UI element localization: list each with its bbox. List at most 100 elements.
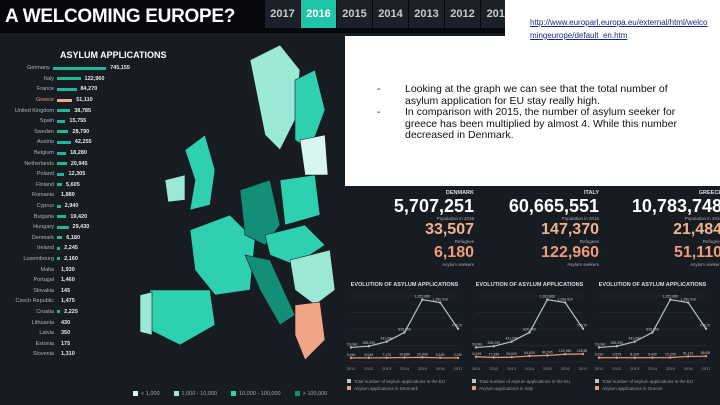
data-point: [349, 346, 353, 349]
asylum-row[interactable]: Portugal 1,460: [0, 275, 130, 286]
country-name: Cyprus: [36, 203, 54, 210]
x-tick-label: 2012: [364, 366, 374, 371]
country-name: France: [36, 86, 54, 93]
chart-legend-country: Asylum applications in Italy: [472, 386, 587, 391]
tab-year-2016[interactable]: 2016: [301, 0, 336, 28]
asylum-row[interactable]: Poland 12,305: [0, 169, 130, 180]
country-value: 51,110: [76, 97, 93, 104]
data-label: 431,090: [505, 337, 518, 341]
country-name: Netherlands: [24, 160, 54, 167]
asylum-row[interactable]: Croatia 2,225: [0, 307, 130, 318]
data-point: [597, 346, 601, 349]
x-tick-label: 2013: [630, 366, 640, 371]
asylum-label: Asylum seekers: [567, 262, 599, 267]
chart-legend-eu: Total number of asylum applications in t…: [595, 379, 710, 384]
x-tick-label: 2017: [702, 366, 710, 371]
data-point: [704, 354, 708, 358]
tab-year-2017[interactable]: 2017: [265, 0, 300, 28]
note-item: In comparison with 2015, the number of a…: [375, 106, 695, 142]
data-point: [704, 327, 708, 330]
asylum-row[interactable]: Hungary 29,430: [0, 222, 130, 233]
value-bar: [57, 109, 71, 113]
data-point: [403, 356, 406, 359]
asylum-row[interactable]: Romania 1,880: [0, 190, 130, 201]
data-label: 335,290: [611, 341, 624, 345]
data-label: 431,090: [380, 337, 393, 341]
asylum-value: 51,110: [673, 244, 720, 261]
country-value: 5,605: [66, 181, 80, 188]
x-tick-label: 2016: [684, 366, 694, 371]
asylum-row[interactable]: Slovakia 145: [0, 285, 130, 296]
asylum-row[interactable]: Finland 5,605: [0, 180, 130, 191]
note-item: Looking at the graph we can see that the…: [375, 83, 695, 107]
data-label: 626,960: [398, 327, 411, 331]
value-bar: [57, 204, 61, 208]
asylum-row[interactable]: Estonia 175: [0, 338, 130, 349]
asylum-row[interactable]: Italy 122,960: [0, 74, 130, 85]
country-name: Latvia: [39, 330, 54, 337]
value-bar: [57, 98, 73, 102]
tab-year-2013[interactable]: 2013: [409, 0, 444, 28]
data-point: [367, 356, 371, 360]
x-tick-label: 2011: [595, 366, 604, 371]
asylum-row[interactable]: Latvia 350: [0, 328, 130, 339]
legend-text: Asylum applications in Denmark: [354, 386, 419, 391]
country-name: Slovenia: [32, 351, 54, 358]
data-point: [669, 356, 672, 359]
data-label: 64,625: [524, 351, 535, 355]
tab-year-2012[interactable]: 2012: [445, 0, 480, 28]
asylum-row[interactable]: Denmark 6,180: [0, 233, 130, 244]
x-tick-label: 2017: [579, 366, 587, 371]
data-label: 705,705: [700, 324, 710, 328]
data-label: 1,322,860: [415, 295, 431, 299]
data-label: 7,170: [382, 353, 391, 357]
asylum-row[interactable]: Lithuania 430: [0, 317, 130, 328]
data-point: [510, 355, 513, 359]
legend-swatch: [173, 391, 179, 397]
asylum-row[interactable]: Germany 745,155: [0, 63, 130, 74]
asylum-row[interactable]: Spain 15,755: [0, 116, 130, 127]
value-bar: [57, 183, 63, 187]
page-title: A WELCOMING EUROPE?: [5, 6, 236, 27]
country-name: Bulgaria: [33, 213, 54, 220]
asylum-row[interactable]: Netherlands 20,945: [0, 158, 130, 169]
asylum-row[interactable]: Ireland 2,245: [0, 243, 130, 254]
source-link[interactable]: http://www.europarl.europa.eu/external/h…: [530, 16, 710, 42]
chart-legend-eu: Total number of asylum applications in t…: [472, 379, 587, 384]
value-bar: [57, 162, 67, 166]
data-label: 1,260,910: [557, 298, 573, 302]
data-label: 1,322,860: [540, 295, 556, 299]
x-tick-label: 2015: [666, 366, 676, 371]
asylum-row[interactable]: Luxembourg 2,160: [0, 254, 130, 265]
asylum-value: 6,180: [433, 244, 474, 261]
data-point: [438, 301, 442, 304]
country-value: 745,155: [110, 65, 130, 72]
asylum-row[interactable]: Sweden 28,790: [0, 127, 130, 138]
legend-item: < 1,000: [133, 391, 160, 397]
tab-year-2015[interactable]: 2015: [337, 0, 372, 28]
country-value: 1,310: [61, 351, 75, 358]
asylum-row[interactable]: Malta 1,930: [0, 264, 130, 275]
data-label: 3,220: [454, 353, 462, 357]
asylum-row[interactable]: United Kingdom 38,785: [0, 105, 130, 116]
value-bar: [57, 77, 81, 81]
country-panel-greece: GREECE 10,783,748 Population in 2016 21,…: [600, 190, 720, 267]
data-label: 1,260,910: [432, 298, 448, 302]
data-label: 1,322,860: [663, 295, 679, 299]
asylum-row[interactable]: Belgium 18,280: [0, 148, 130, 159]
data-label: 335,290: [363, 341, 376, 345]
asylum-row[interactable]: Austria 42,255: [0, 137, 130, 148]
asylum-row[interactable]: Slovenia 1,310: [0, 349, 130, 360]
country-panel-denmark: DENMARK 5,707,251 Population in 2016 33,…: [352, 190, 474, 267]
tab-year-2014[interactable]: 2014: [373, 0, 408, 28]
asylum-bar-list: Germany 745,155 Italy 122,960 France 84,270 Gr…: [0, 63, 130, 360]
asylum-row[interactable]: France 84,270: [0, 84, 130, 95]
asylum-row[interactable]: Bulgaria 19,420: [0, 211, 130, 222]
asylum-row[interactable]: Cyprus 2,940: [0, 201, 130, 212]
asylum-row[interactable]: Czech Republic 1,475: [0, 296, 130, 307]
legend-text: Total number of asylum applications in t…: [354, 379, 446, 384]
asylum-row[interactable]: Greece 51,110: [0, 95, 130, 106]
data-point: [563, 353, 567, 356]
data-label: 128,850: [577, 349, 587, 353]
data-point: [385, 340, 388, 343]
